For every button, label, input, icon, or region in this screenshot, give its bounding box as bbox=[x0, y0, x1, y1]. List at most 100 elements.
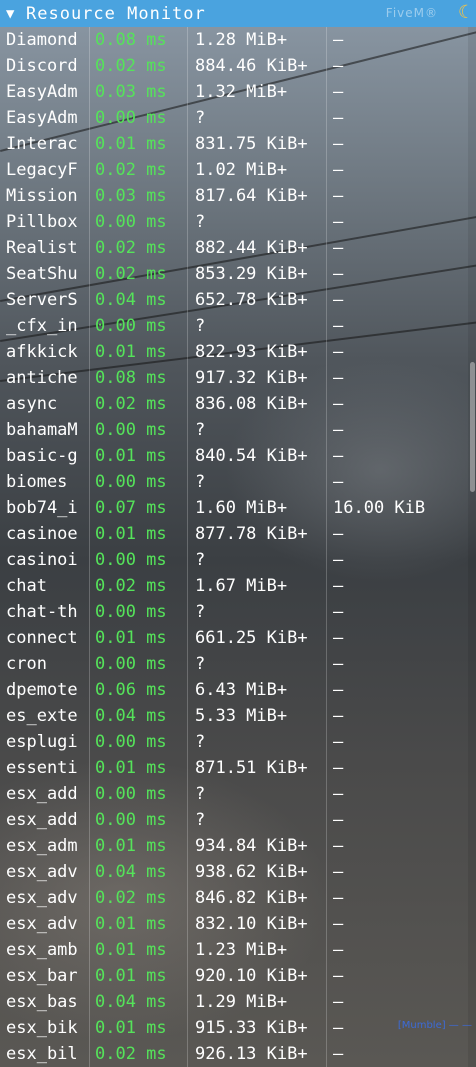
streaming-cell: – bbox=[333, 810, 344, 830]
cpu-time-cell: 0.03 ms bbox=[95, 186, 167, 206]
resource-name-cell: connect bbox=[6, 628, 78, 648]
memory-cell: 877.78 KiB+ bbox=[195, 524, 308, 544]
resource-name-cell: ServerS bbox=[6, 290, 78, 310]
table-row: chat-th 0.00 ms? – bbox=[0, 599, 476, 625]
streaming-cell: – bbox=[333, 706, 344, 726]
cpu-time-cell: 0.00 ms bbox=[95, 108, 167, 128]
table-row: SeatShu 0.02 ms 853.29 KiB+ – bbox=[0, 261, 476, 287]
table-row: esx_bil 0.02 ms 926.13 KiB+ – bbox=[0, 1041, 476, 1067]
table-row: EasyAdm 0.00 ms? – bbox=[0, 105, 476, 131]
cpu-time-cell: 0.01 ms bbox=[95, 758, 167, 778]
cpu-time-cell: 0.02 ms bbox=[95, 1044, 167, 1064]
memory-cell: 926.13 KiB+ bbox=[195, 1044, 308, 1064]
cpu-time-cell: 0.04 ms bbox=[95, 862, 167, 882]
scrollbar-track[interactable] bbox=[468, 27, 476, 1067]
memory-cell: 871.51 KiB+ bbox=[195, 758, 308, 778]
memory-cell: 846.82 KiB+ bbox=[195, 888, 308, 908]
memory-cell: 1.02 MiB+ bbox=[195, 160, 288, 180]
resource-name-cell: antiche bbox=[6, 368, 78, 388]
resource-name-cell: dpemote bbox=[6, 680, 78, 700]
streaming-cell: – bbox=[333, 862, 344, 882]
streaming-cell: – bbox=[333, 420, 344, 440]
table-row: Discord 0.02 ms 884.46 KiB+ – bbox=[0, 53, 476, 79]
table-row: esx_adv 0.01 ms 832.10 KiB+ – bbox=[0, 911, 476, 937]
brand-label: FiveM® bbox=[385, 6, 438, 20]
table-row: es_exte 0.04 ms 5.33 MiB+ – bbox=[0, 703, 476, 729]
cpu-time-cell: 0.08 ms bbox=[95, 368, 167, 388]
cpu-time-cell: 0.00 ms bbox=[95, 212, 167, 232]
cpu-time-cell: 0.00 ms bbox=[95, 602, 167, 622]
cpu-time-cell: 0.04 ms bbox=[95, 706, 167, 726]
table-row: chat 0.02 ms 1.67 MiB+ – bbox=[0, 573, 476, 599]
resource-name-cell: Diamond bbox=[6, 30, 78, 50]
cpu-time-cell: 0.01 ms bbox=[95, 940, 167, 960]
streaming-cell: – bbox=[333, 212, 344, 232]
resource-name-cell: bahamaM bbox=[6, 420, 78, 440]
cpu-time-cell: 0.01 ms bbox=[95, 836, 167, 856]
streaming-cell: – bbox=[333, 914, 344, 934]
collapse-triangle-icon[interactable]: ▼ bbox=[6, 6, 22, 22]
cpu-time-cell: 0.02 ms bbox=[95, 394, 167, 414]
cpu-time-cell: 0.01 ms bbox=[95, 342, 167, 362]
memory-cell: 822.93 KiB+ bbox=[195, 342, 308, 362]
table-row: ServerS 0.04 ms 652.78 KiB+ – bbox=[0, 287, 476, 313]
resource-name-cell: EasyAdm bbox=[6, 82, 78, 102]
table-row: casinoi 0.00 ms? – bbox=[0, 547, 476, 573]
scrollbar-thumb[interactable] bbox=[470, 362, 475, 492]
resource-name-cell: cron bbox=[6, 654, 47, 674]
resource-name-cell: Discord bbox=[6, 56, 78, 76]
resource-name-cell: esx_add bbox=[6, 810, 78, 830]
memory-cell: 915.33 KiB+ bbox=[195, 1018, 308, 1038]
resource-name-cell: esx_adv bbox=[6, 914, 78, 934]
cpu-time-cell: 0.00 ms bbox=[95, 732, 167, 752]
cpu-time-cell: 0.01 ms bbox=[95, 446, 167, 466]
table-row: cron 0.00 ms? – bbox=[0, 651, 476, 677]
streaming-cell: 16.00 KiB bbox=[333, 498, 426, 518]
resource-name-cell: esx_adm bbox=[6, 836, 78, 856]
cpu-time-cell: 0.00 ms bbox=[95, 316, 167, 336]
memory-cell: 934.84 KiB+ bbox=[195, 836, 308, 856]
streaming-cell: – bbox=[333, 82, 344, 102]
streaming-cell: – bbox=[333, 394, 344, 414]
streaming-cell: – bbox=[333, 316, 344, 336]
table-row: afkkick 0.01 ms 822.93 KiB+ – bbox=[0, 339, 476, 365]
streaming-cell: – bbox=[333, 966, 344, 986]
streaming-cell: – bbox=[333, 186, 344, 206]
moon-icon: ☾ bbox=[458, 2, 470, 23]
cpu-time-cell: 0.02 ms bbox=[95, 888, 167, 908]
resource-name-cell: casinoe bbox=[6, 524, 78, 544]
resource-name-cell: _cfx_in bbox=[6, 316, 78, 336]
memory-cell: ? bbox=[195, 212, 206, 232]
table-row: esx_adv 0.04 ms 938.62 KiB+ – bbox=[0, 859, 476, 885]
memory-cell: ? bbox=[195, 654, 206, 674]
resource-name-cell: esx_amb bbox=[6, 940, 78, 960]
memory-cell: ? bbox=[195, 732, 206, 752]
table-row: casinoe 0.01 ms 877.78 KiB+ – bbox=[0, 521, 476, 547]
streaming-cell: – bbox=[333, 550, 344, 570]
cpu-time-cell: 0.01 ms bbox=[95, 134, 167, 154]
table-row: _cfx_in 0.00 ms? – bbox=[0, 313, 476, 339]
mumble-status: [Mumble] — — bbox=[397, 1020, 472, 1031]
memory-cell: ? bbox=[195, 472, 206, 492]
streaming-cell: – bbox=[333, 446, 344, 466]
table-row: esx_adv 0.02 ms 846.82 KiB+ – bbox=[0, 885, 476, 911]
memory-cell: 917.32 KiB+ bbox=[195, 368, 308, 388]
streaming-cell: – bbox=[333, 160, 344, 180]
streaming-cell: – bbox=[333, 654, 344, 674]
memory-cell: ? bbox=[195, 420, 206, 440]
window-titlebar[interactable]: ▼ Resource Monitor FiveM® ☾ bbox=[0, 0, 476, 27]
cpu-time-cell: 0.03 ms bbox=[95, 82, 167, 102]
memory-cell: ? bbox=[195, 550, 206, 570]
memory-cell: 661.25 KiB+ bbox=[195, 628, 308, 648]
streaming-cell: – bbox=[333, 992, 344, 1012]
memory-cell: 920.10 KiB+ bbox=[195, 966, 308, 986]
cpu-time-cell: 0.02 ms bbox=[95, 160, 167, 180]
table-row: esx_bar 0.01 ms 920.10 KiB+ – bbox=[0, 963, 476, 989]
table-row: EasyAdm 0.03 ms 1.32 MiB+ – bbox=[0, 79, 476, 105]
table-row: biomes 0.00 ms? – bbox=[0, 469, 476, 495]
streaming-cell: – bbox=[333, 784, 344, 804]
resource-name-cell: async bbox=[6, 394, 58, 414]
resource-table: Diamond 0.08 ms 1.28 MiB+ – Discord 0.02 ms 88… bbox=[0, 27, 476, 1067]
resource-name-cell: esx_add bbox=[6, 784, 78, 804]
table-row: esplugi 0.00 ms? – bbox=[0, 729, 476, 755]
